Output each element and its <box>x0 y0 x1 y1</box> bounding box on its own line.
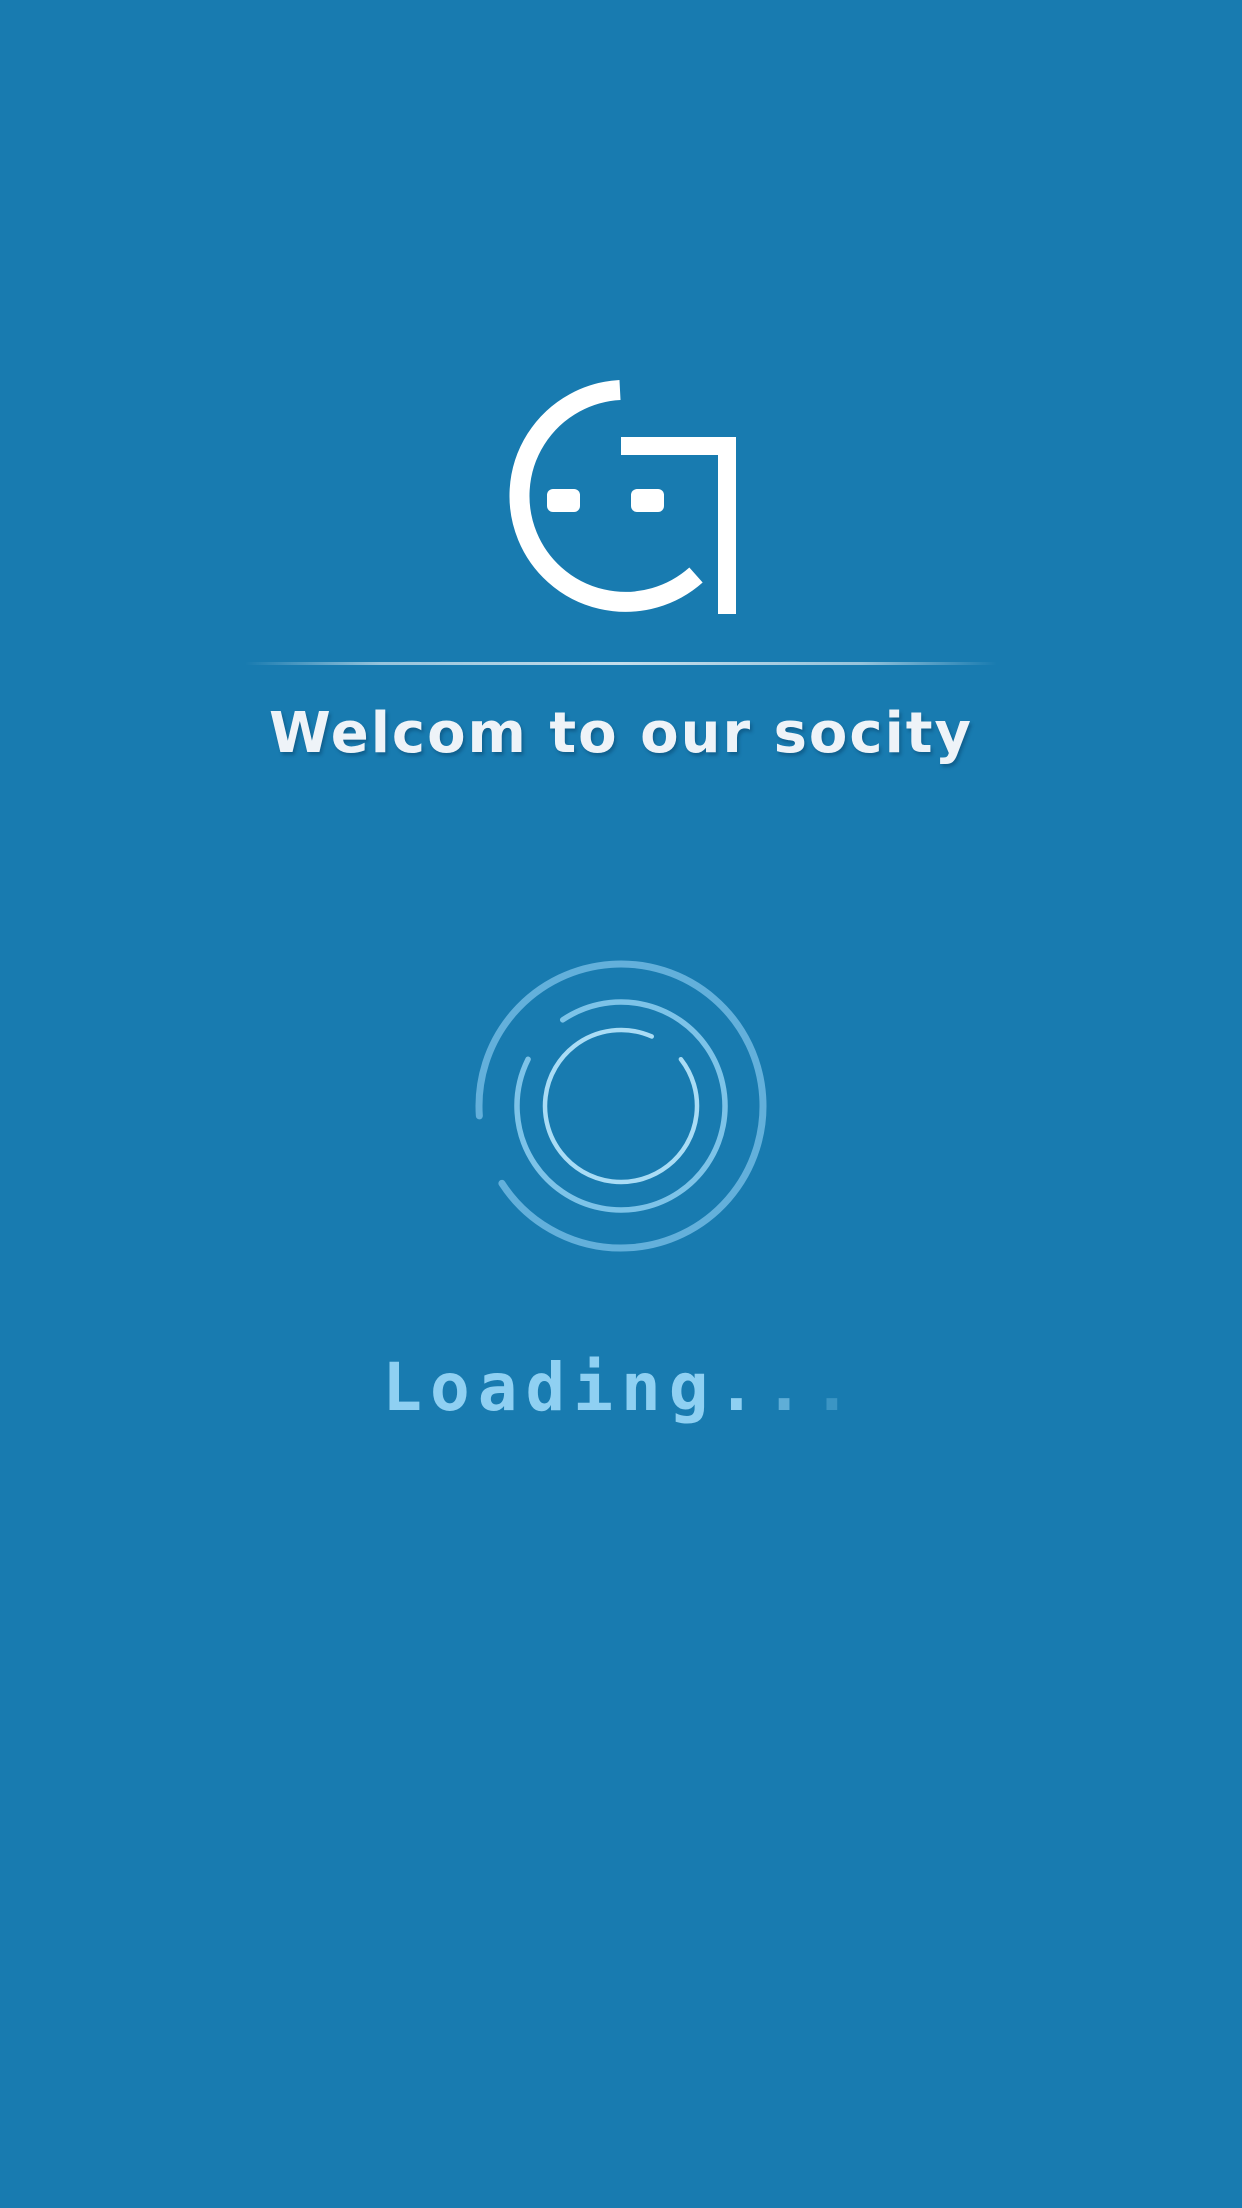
loading-spinner-icon <box>475 960 767 1252</box>
smiley-face-logo-icon <box>509 380 736 614</box>
welcome-title: Welcom to our socity <box>268 701 974 766</box>
loading-dot: . <box>764 1349 812 1426</box>
right-eye <box>631 489 664 512</box>
loading-label: Loading... <box>0 1348 1242 1428</box>
left-eye <box>547 489 580 512</box>
loading-dot: . <box>716 1349 765 1426</box>
splash-screen: { "splash": { "welcome_text": "Welcom to… <box>0 0 1242 2208</box>
divider-line <box>245 662 997 665</box>
loading-word: Loading <box>382 1349 717 1426</box>
loading-dot: . <box>811 1349 860 1426</box>
